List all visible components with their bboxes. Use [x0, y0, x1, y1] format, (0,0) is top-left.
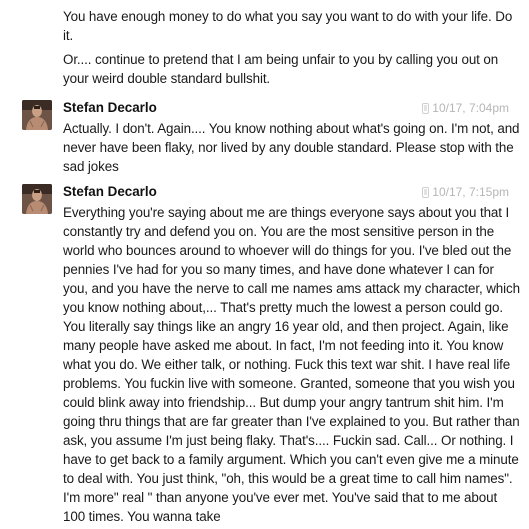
avatar[interactable]: [22, 184, 52, 214]
avatar-photo-icon: [22, 100, 52, 130]
phone-icon: [422, 102, 430, 114]
message-text: You have enough money to do what you say…: [63, 9, 513, 43]
message-text: Everything you're saying about me are th…: [63, 205, 520, 524]
sender-name[interactable]: Stefan Decarlo: [63, 184, 157, 200]
phone-icon: [422, 186, 430, 198]
avatar-photo-icon: [22, 184, 52, 214]
message-timestamp: 10/17, 7:15pm: [422, 184, 509, 200]
sender-name[interactable]: Stefan Decarlo: [63, 100, 157, 116]
avatar[interactable]: [22, 100, 52, 130]
timestamp-text: 10/17, 7:15pm: [432, 185, 509, 199]
message-text: Or.... continue to pretend that I am bei…: [63, 52, 499, 86]
message-timestamp: 10/17, 7:04pm: [422, 100, 509, 116]
timestamp-text: 10/17, 7:04pm: [432, 101, 509, 115]
message-text: Actually. I don't. Again.... You know no…: [63, 121, 520, 174]
